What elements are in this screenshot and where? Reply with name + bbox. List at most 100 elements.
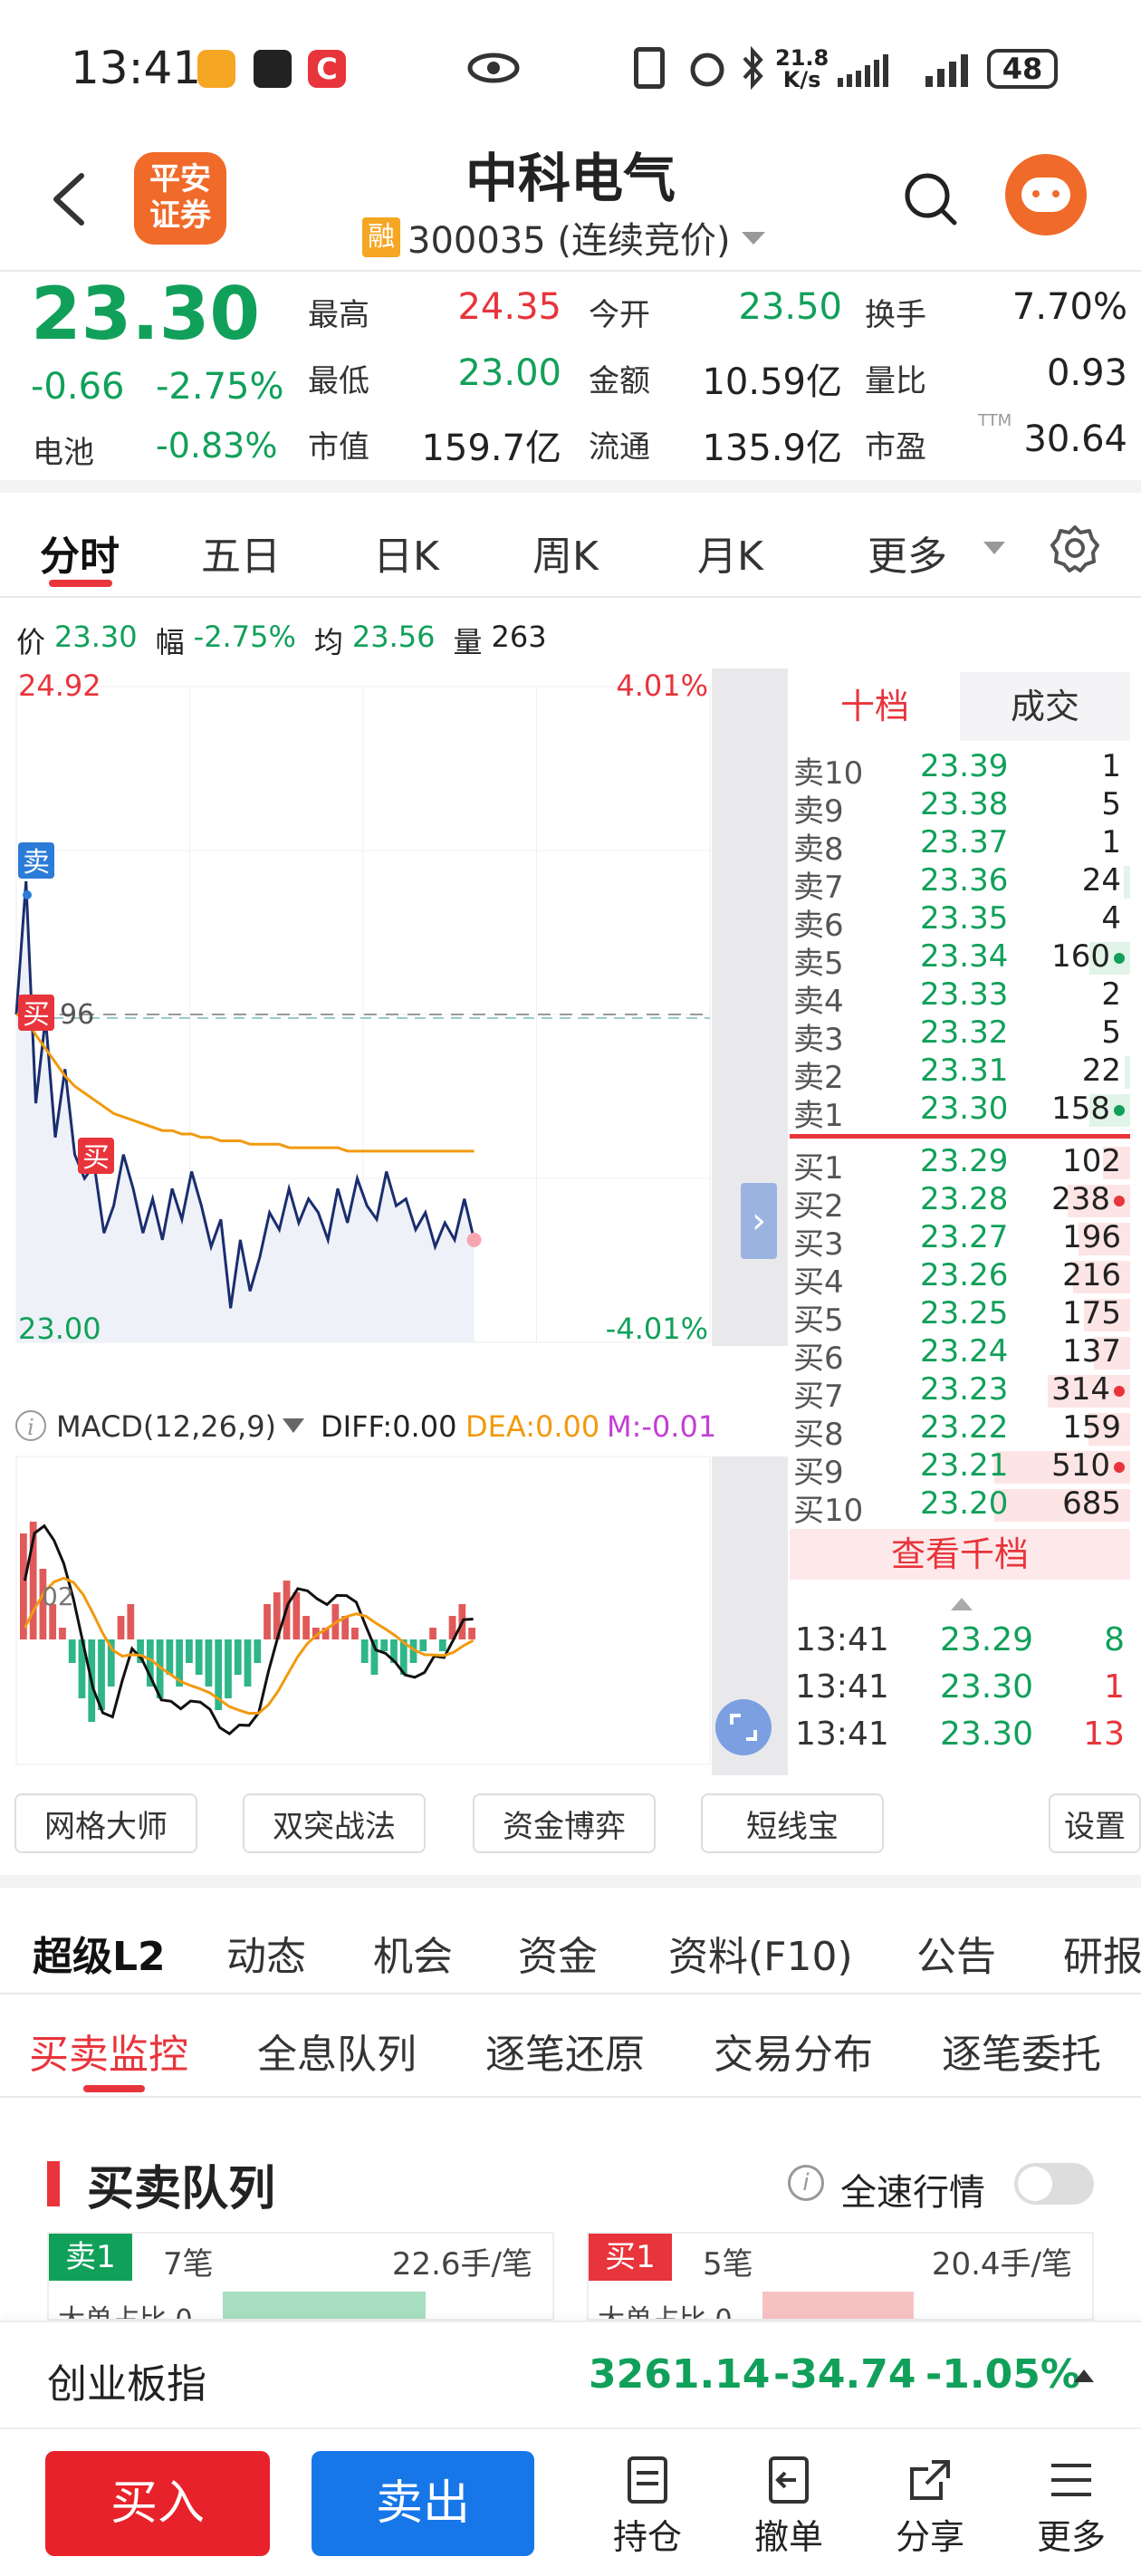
ask-row[interactable]: 卖5 23.34 160 <box>790 938 1130 982</box>
macd-bar <box>195 1639 203 1675</box>
bid-row[interactable]: 买7 23.23 314 <box>790 1371 1130 1415</box>
sub-tab-0[interactable]: 买卖监控 <box>29 2022 188 2080</box>
sector-label[interactable]: 电池 <box>33 428 94 472</box>
orderbook-tab-depth[interactable]: 十档 <box>790 672 960 741</box>
bid-row[interactable]: 买9 23.21 510 <box>790 1447 1130 1491</box>
info-amp: -2.75% <box>193 620 296 654</box>
ask-row[interactable]: 卖9 23.38 5 <box>790 786 1130 830</box>
nav-tab-6[interactable]: 研报 <box>1063 1924 1141 1982</box>
chart-tab-0[interactable]: 分时 <box>40 524 120 582</box>
buy-queue-card[interactable]: 买1 5笔 20.4手/笔 大单占比 0 <box>587 2232 1094 2321</box>
trade-row: 13:41 23.30 13 <box>795 1716 1125 1753</box>
index-bar[interactable]: 创业板指 3261.14 -34.74 -1.05% <box>0 2321 1141 2427</box>
spread-line <box>790 1134 1130 1139</box>
ask-row[interactable]: 卖6 23.35 4 <box>790 900 1130 944</box>
ask-row[interactable]: 卖7 23.36 24 <box>790 862 1130 906</box>
stock-code-row[interactable]: 融 300035 (连续竞价) <box>362 217 767 262</box>
share-button[interactable]: 分享 <box>880 2455 980 2572</box>
macd-bar <box>302 1616 310 1639</box>
alarm-icon <box>690 53 724 87</box>
collapse-icon[interactable] <box>949 1596 974 1612</box>
ttm-label: TTM <box>978 411 1012 430</box>
settings-button[interactable]: 设置 <box>1049 1793 1141 1853</box>
depth-bar <box>1125 1056 1130 1089</box>
nav-tab-4[interactable]: 资料(F10) <box>668 1924 853 1982</box>
signal-icon <box>838 54 888 87</box>
macd-bar <box>244 1639 252 1687</box>
nav-tab-2[interactable]: 机会 <box>373 1924 453 1982</box>
nav-tab-5[interactable]: 公告 <box>916 1924 996 1982</box>
bid-row[interactable]: 买5 23.25 175 <box>790 1295 1130 1339</box>
sub-tab-3[interactable]: 交易分布 <box>714 2022 873 2080</box>
bid-row[interactable]: 买8 23.22 159 <box>790 1409 1130 1453</box>
nav-tab-3[interactable]: 资金 <box>518 1924 598 1982</box>
bid-row[interactable]: 买2 23.28 238 <box>790 1181 1130 1225</box>
macd-bar <box>186 1639 193 1663</box>
chart-tab-2[interactable]: 日K <box>373 524 439 582</box>
chart-tab-1[interactable]: 五日 <box>201 524 281 582</box>
buy1-avg: 20.4手/笔 <box>931 2246 1072 2283</box>
positions-button[interactable]: 持仓 <box>598 2455 697 2572</box>
undo-icon <box>769 2456 809 2504</box>
more-button[interactable]: 更多 <box>1021 2455 1121 2572</box>
signal-icon <box>925 54 968 87</box>
orderbook-tab-trades[interactable]: 成交 <box>960 672 1130 741</box>
nav-tab-1[interactable]: 动态 <box>226 1924 306 1982</box>
ask-row[interactable]: 卖2 23.31 22 <box>790 1053 1130 1096</box>
buy1-badge: 买1 <box>589 2234 672 2281</box>
big-order-val: 0 <box>175 2304 193 2321</box>
info-icon[interactable]: i <box>788 2165 824 2201</box>
y-max-label: 24.92 <box>18 668 101 703</box>
chart-tab-4[interactable]: 月K <box>697 524 763 582</box>
chart-tab-5[interactable]: 更多 <box>868 524 947 582</box>
sell1-badge: 卖1 <box>49 2234 132 2281</box>
settings-icon[interactable] <box>1050 524 1099 572</box>
menu-icon <box>1051 2464 1091 2496</box>
stock-name: 中科电气 <box>465 148 676 209</box>
fast-quote-label: 全速行情 <box>840 2172 985 2214</box>
bid-row[interactable]: 买4 23.26 216 <box>790 1257 1130 1301</box>
sell-queue-card[interactable]: 卖1 7笔 22.6手/笔 大单占比 0 <box>47 2232 554 2321</box>
bid-row[interactable]: 买1 23.29 102 <box>790 1143 1130 1187</box>
ask-row[interactable]: 卖8 23.37 1 <box>790 824 1130 868</box>
tool-chip-3[interactable]: 短线宝 <box>701 1793 884 1853</box>
ask-row[interactable]: 卖3 23.32 5 <box>790 1014 1130 1058</box>
bid-row[interactable]: 买10 23.20 685 <box>790 1485 1130 1529</box>
ask-row[interactable]: 卖4 23.33 2 <box>790 976 1130 1020</box>
info-avg: 23.56 <box>351 620 436 654</box>
bid-row[interactable]: 买6 23.24 137 <box>790 1333 1130 1377</box>
fullscreen-button[interactable] <box>715 1699 772 1755</box>
trade-row: 13:41 23.30 1 <box>795 1668 1125 1706</box>
macd-chart[interactable]: i MACD(12,26,9) DIFF:0.00 DEA:0.00 M:-0.01 02 <box>0 1395 788 1775</box>
fast-quote-toggle[interactable] <box>1014 2163 1094 2205</box>
macd-title[interactable]: MACD(12,26,9) <box>56 1409 276 1444</box>
dropdown-icon[interactable] <box>283 1418 304 1433</box>
info-nav-tabs: 超级L2 动态 机会 资金 资料(F10) 公告 研报 <box>0 1906 1141 1996</box>
dropdown-icon <box>741 232 765 245</box>
assistant-avatar[interactable] <box>1005 154 1087 235</box>
view-full-depth-button[interactable]: 查看千档 <box>790 1529 1130 1580</box>
share-icon <box>910 2460 950 2500</box>
sell-button[interactable]: 卖出 <box>312 2451 534 2556</box>
buy-button[interactable]: 买入 <box>45 2451 270 2556</box>
quote-field-label: 换手 <box>865 297 926 333</box>
intraday-chart[interactable]: 24.9223.004.01%-4.01%09:3011:30/13:0015:… <box>0 668 788 1357</box>
sub-tab-4[interactable]: 逐笔委托 <box>942 2022 1101 2080</box>
quote-field-value: 159.7亿 <box>421 428 561 469</box>
ask-row[interactable]: 卖10 23.39 1 <box>790 748 1130 792</box>
cancel-order-button[interactable]: 撤单 <box>739 2455 839 2572</box>
tool-chip-0[interactable]: 网格大师 <box>14 1793 197 1853</box>
nav-tab-0[interactable]: 超级L2 <box>33 1924 166 1982</box>
tool-chip-2[interactable]: 资金博弈 <box>473 1793 656 1853</box>
chart-tab-3[interactable]: 周K <box>532 524 599 582</box>
macd-bar <box>68 1639 76 1663</box>
sub-tab-2[interactable]: 逐笔还原 <box>485 2022 645 2080</box>
quote-field-label: 金额 <box>589 363 650 399</box>
big-order-dot <box>1114 1196 1125 1206</box>
expand-chart-button[interactable]: › <box>741 1183 777 1259</box>
search-icon[interactable] <box>902 170 960 228</box>
ask-row[interactable]: 卖1 23.30 158 <box>790 1091 1130 1134</box>
tool-chip-1[interactable]: 双突战法 <box>243 1793 426 1853</box>
sub-tab-1[interactable]: 全息队列 <box>257 2022 417 2080</box>
bid-row[interactable]: 买3 23.27 196 <box>790 1219 1130 1263</box>
